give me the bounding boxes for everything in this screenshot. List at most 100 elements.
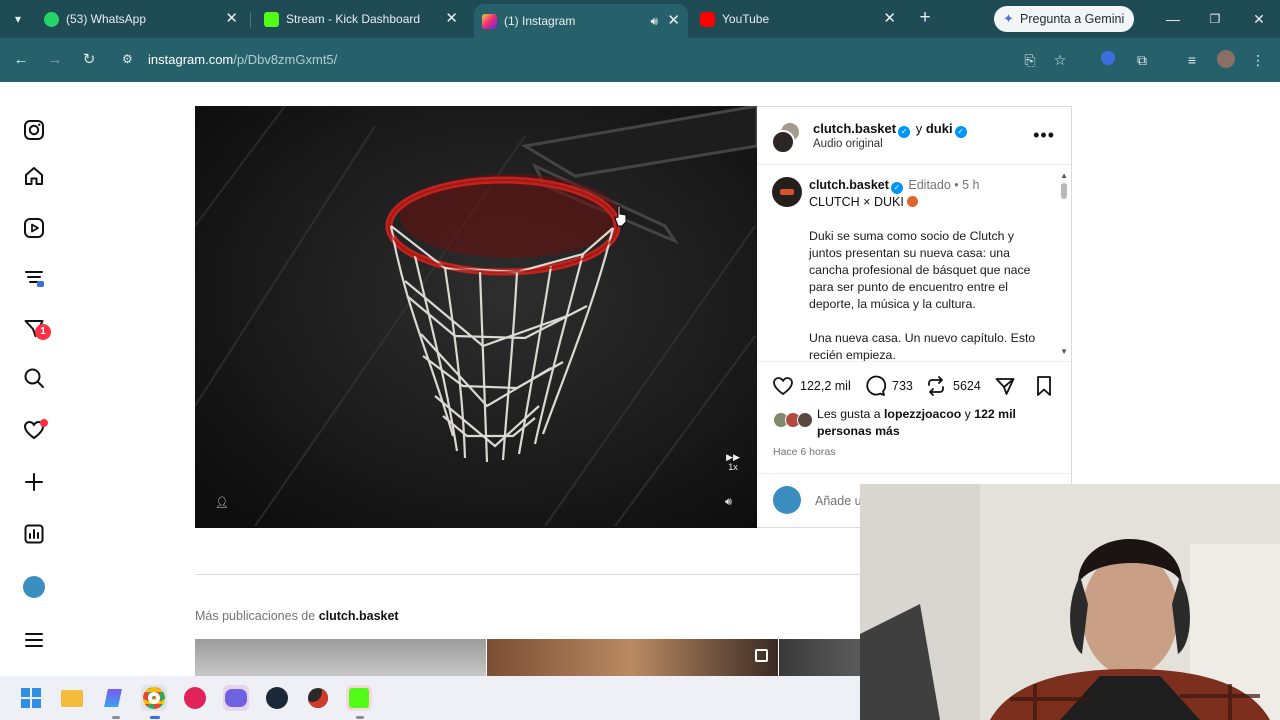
caption-scrollbar-thumb[interactable] <box>1061 183 1067 199</box>
restore-button[interactable]: ❐ <box>1204 8 1226 30</box>
dashboard-icon[interactable] <box>20 520 48 548</box>
extensions-puzzle-icon[interactable]: ⧉ <box>1132 50 1152 70</box>
tab-search-icon[interactable]: ▾ <box>8 9 28 29</box>
steam-icon[interactable] <box>264 685 290 711</box>
new-tab-button[interactable]: + <box>915 8 935 28</box>
save-button[interactable] <box>1034 374 1054 398</box>
back-button[interactable]: ← <box>10 49 32 71</box>
bookmark-icon <box>1037 376 1051 396</box>
profile-avatar[interactable] <box>1216 50 1236 70</box>
notifications-heart-icon[interactable] <box>20 416 48 444</box>
section-divider <box>195 574 861 575</box>
repost-button[interactable]: 5624 <box>925 374 981 398</box>
windows-start-icon[interactable] <box>18 685 44 711</box>
streamer-webcam-image <box>860 484 1280 720</box>
playback-speed-button[interactable]: ▶▶ 1x <box>723 452 743 474</box>
verified-badge-icon: ✓ <box>954 126 967 138</box>
bookmark-star-icon[interactable]: ☆ <box>1050 50 1070 70</box>
post-header: clutch.basket ✓ y duki ✓ Audio original ••… <box>757 107 1071 165</box>
audio-label[interactable]: Audio original <box>813 138 883 150</box>
post-thumbnail[interactable] <box>779 639 861 676</box>
post-timestamp[interactable]: Hace 6 horas <box>773 446 835 458</box>
site-info-icon[interactable]: ⚙ <box>122 51 138 67</box>
app-indicator <box>356 716 364 719</box>
caption-paragraph: Duki se suma como socio de Clutch y junt… <box>809 229 1031 311</box>
comment-input[interactable]: Añade u <box>815 494 862 508</box>
post-thumbnail[interactable] <box>195 639 486 676</box>
reload-button[interactable]: ↻ <box>78 49 100 71</box>
tab-instagram[interactable]: (1) Instagram 🔊︎ ✕ <box>474 4 688 38</box>
forward-button[interactable]: → <box>44 49 66 71</box>
close-tab-icon[interactable]: ✕ <box>445 5 458 33</box>
collab-avatars[interactable] <box>771 121 805 155</box>
tab-title: (53) WhatsApp <box>66 12 147 26</box>
speaker-icon[interactable]: 🔊︎ <box>650 7 658 35</box>
caption-paragraph: Una nueva casa. Un nuevo capítulo. Esto … <box>809 331 1036 361</box>
close-tab-icon[interactable]: ✕ <box>225 5 238 33</box>
comment-count: 733 <box>892 379 913 393</box>
liker-avatars <box>773 412 815 428</box>
extension-icon[interactable] <box>1098 50 1118 70</box>
gemini-label: Pregunta a Gemini <box>1020 12 1125 26</box>
threads-feed-icon[interactable] <box>20 264 48 292</box>
chrome-icon[interactable] <box>141 685 167 711</box>
install-app-icon[interactable]: ⎘ <box>1020 50 1040 70</box>
comment-button[interactable]: 733 <box>864 374 913 398</box>
tab-youtube[interactable]: YouTube ✕ <box>692 5 904 33</box>
liked-by-connector: y <box>964 407 971 421</box>
messages-icon[interactable]: 1 <box>20 314 51 342</box>
post-caption: clutch.basket ✓ Editado • 5 h CLUTCH × DU… <box>757 165 1071 361</box>
home-icon[interactable] <box>20 162 48 190</box>
share-button[interactable] <box>994 374 1016 398</box>
profile-avatar[interactable] <box>20 573 48 601</box>
caption-username[interactable]: clutch.basket <box>809 178 889 192</box>
more-menu-icon[interactable] <box>20 626 48 654</box>
volume-icon[interactable]: 🔊︎ <box>725 496 739 510</box>
close-tab-icon[interactable]: ✕ <box>667 7 680 35</box>
minimize-button[interactable]: — <box>1162 8 1184 30</box>
browser-menu-icon[interactable]: ⋮ <box>1248 50 1268 70</box>
post-thumbnail[interactable] <box>487 639 778 676</box>
gemini-button[interactable]: ✦ Pregunta a Gemini <box>994 6 1134 32</box>
search-icon[interactable] <box>20 364 48 392</box>
tab-whatsapp[interactable]: (53) WhatsApp ✕ <box>36 5 246 33</box>
webcam-overlay <box>860 484 1280 720</box>
discord-icon[interactable] <box>223 685 249 711</box>
media-player-icon[interactable] <box>182 685 208 711</box>
create-plus-icon[interactable] <box>20 468 48 496</box>
more-posts-username[interactable]: clutch.basket <box>319 609 399 623</box>
url-text[interactable]: instagram.com/p/Dbv8zmGxmt5/ <box>148 44 337 76</box>
reels-icon[interactable] <box>20 214 48 242</box>
scroll-down-arrow-icon[interactable]: ▼ <box>1060 347 1068 356</box>
caption-avatar[interactable] <box>772 177 802 207</box>
more-posts-prefix: Más publicaciones de <box>195 609 316 623</box>
instagram-logo-icon[interactable] <box>20 116 48 144</box>
app-indicator <box>112 716 120 719</box>
verified-badge-icon: ✓ <box>890 182 903 194</box>
caption-header: clutch.basket ✓ Editado • 5 h <box>809 178 980 194</box>
collaborator-username[interactable]: duki <box>926 121 953 136</box>
author-connector: y <box>915 121 923 136</box>
comment-icon <box>866 375 886 396</box>
browser-tab-strip: ▾ (53) WhatsApp ✕ Stream - Kick Dashboar… <box>0 0 1280 38</box>
caption-time: 5 h <box>962 178 980 192</box>
liker-username[interactable]: lopezzjoacoo <box>884 407 961 421</box>
kick-taskbar-icon[interactable] <box>346 685 372 711</box>
like-button[interactable]: 122,2 mil <box>772 374 851 398</box>
media-control-icon[interactable]: ≡ <box>1182 50 1202 70</box>
tagged-user-icon[interactable]: 👤︎ <box>215 496 229 509</box>
more-options-icon[interactable]: ••• <box>1033 125 1055 146</box>
author-username[interactable]: clutch.basket <box>813 121 896 136</box>
scroll-up-arrow-icon[interactable]: ▲ <box>1060 171 1068 180</box>
file-explorer-icon[interactable] <box>59 685 85 711</box>
edited-label: Editado <box>908 178 951 192</box>
tab-kick[interactable]: Stream - Kick Dashboard ✕ <box>256 5 466 33</box>
app-icon[interactable] <box>100 685 126 711</box>
app-icon[interactable] <box>305 685 331 711</box>
close-window-button[interactable]: ✕ <box>1248 8 1270 30</box>
more-posts-heading: Más publicaciones de clutch.basket <box>195 609 399 623</box>
post-video[interactable]: 👤︎ ▶▶ 1x 🔊︎ <box>195 106 757 528</box>
repost-icon <box>928 376 944 396</box>
close-tab-icon[interactable]: ✕ <box>883 5 896 33</box>
post-authors: clutch.basket ✓ y duki ✓ <box>813 121 969 138</box>
